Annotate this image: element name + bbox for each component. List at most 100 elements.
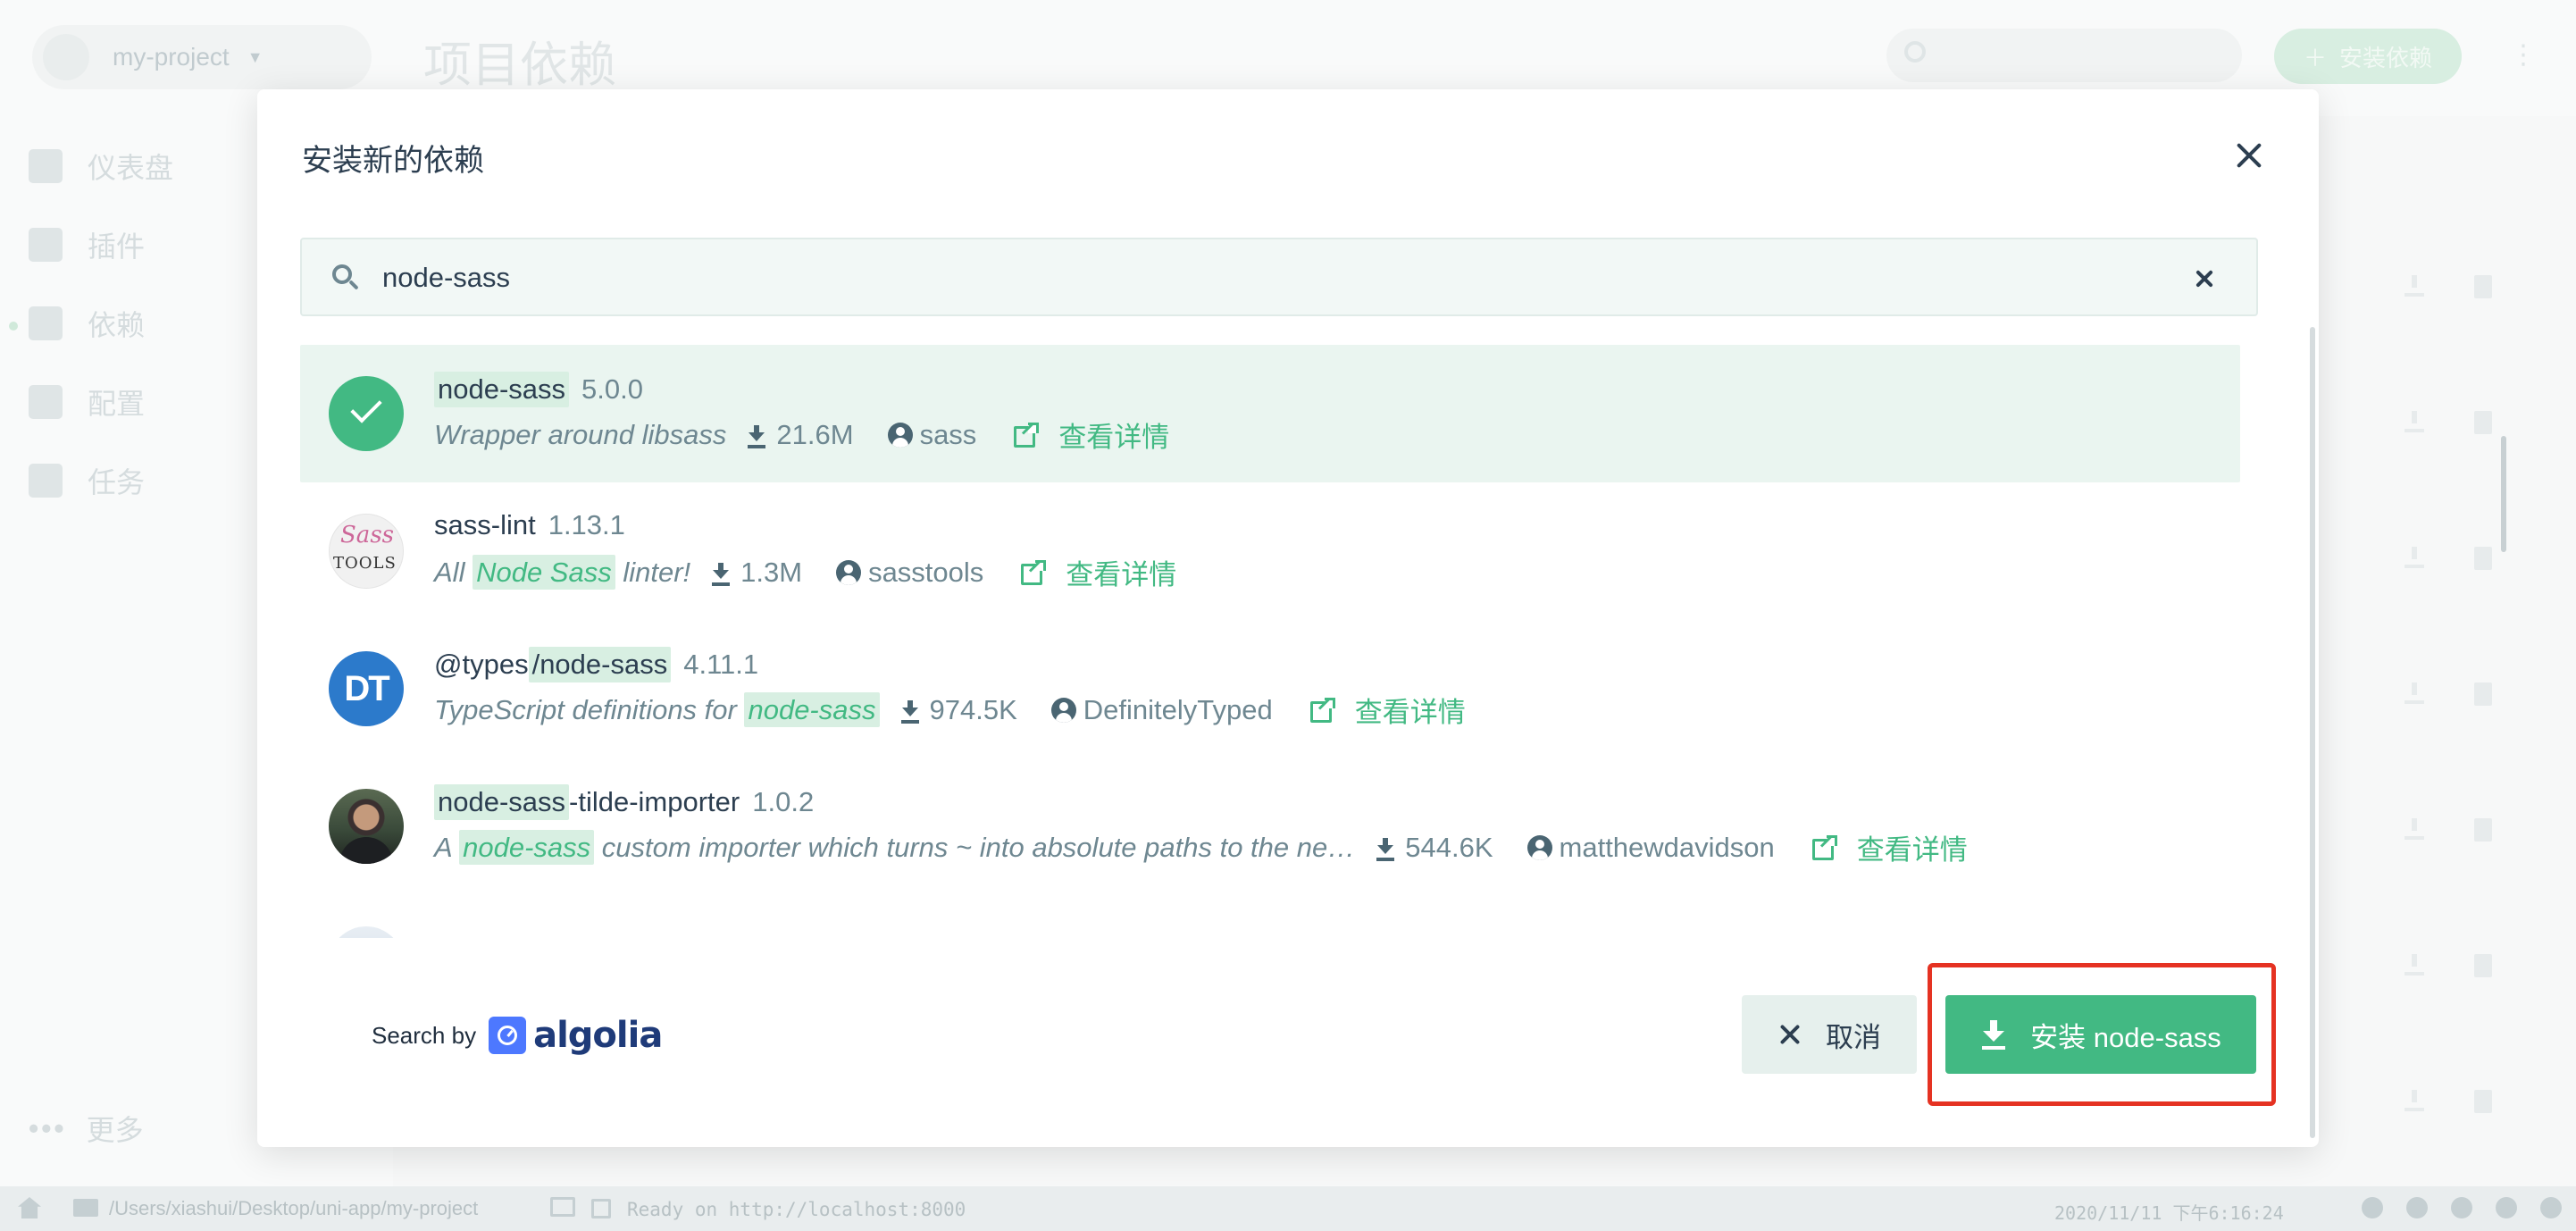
close-icon <box>2233 139 2265 172</box>
details-link[interactable]: 查看详情 <box>1857 827 1968 867</box>
bug-icon[interactable] <box>2406 1197 2428 1218</box>
package-description: A node-sass custom importer which turns … <box>434 829 1356 865</box>
author: sass <box>874 418 977 451</box>
close-button[interactable] <box>2233 139 2265 172</box>
package-description: TypeScript definitions for node-sass <box>434 691 880 727</box>
author-name: DefinitelyTyped <box>1083 693 1273 725</box>
download-count: 544.6K <box>1405 831 1493 863</box>
folder-icon <box>73 1199 98 1217</box>
user-icon <box>887 422 913 448</box>
refresh-icon[interactable] <box>2540 1197 2562 1218</box>
install-button[interactable]: 安装 node-sass <box>1945 995 2256 1074</box>
result-row-node-sass-tilde-importer[interactable]: node-sass -tilde-importer 1.0.2 A node-sa… <box>300 758 2240 895</box>
package-name: -tilde-importer <box>569 786 740 817</box>
open-in-new-icon <box>1014 422 1040 448</box>
result-row-partial[interactable] <box>300 895 2240 938</box>
algolia-logo-icon <box>489 1017 527 1054</box>
package-title: sass-lint 1.13.1 <box>434 509 625 541</box>
author: matthewdavidson <box>1513 832 1775 864</box>
details[interactable]: 查看详情 <box>1794 827 1968 867</box>
details-link[interactable]: 查看详情 <box>1355 690 1466 730</box>
downloads: 1.3M <box>710 557 802 589</box>
package-avatar <box>329 926 404 938</box>
package-meta: TypeScript definitions for node-sass 974… <box>434 690 1466 730</box>
status-time: 2020/11/11 下午6:16:24 <box>2054 1202 2284 1224</box>
open-in-new-icon <box>1811 834 1837 860</box>
close-icon <box>1777 1022 1802 1047</box>
search-by-label: Search by <box>372 1021 477 1049</box>
results-scrollbar[interactable] <box>2501 436 2506 552</box>
user-icon <box>1050 697 1076 723</box>
user-photo <box>329 789 404 864</box>
package-search-input[interactable] <box>382 257 2079 298</box>
download-icon <box>1980 1018 2007 1051</box>
details-link[interactable]: 查看详情 <box>1058 415 1169 455</box>
downloads: 21.6M <box>746 418 854 451</box>
package-name: sass-lint <box>434 509 536 540</box>
package-version: 5.0.0 <box>581 373 643 405</box>
author: DefinitelyTyped <box>1037 694 1273 726</box>
package-search <box>300 238 2258 316</box>
dark-mode-icon[interactable] <box>2362 1197 2383 1218</box>
user-icon <box>836 559 862 585</box>
project-path[interactable]: /Users/xiashui/Desktop/uni-app/my-projec… <box>109 1197 478 1220</box>
package-version: 1.13.1 <box>548 509 625 540</box>
dialog-title: 安装新的依赖 <box>302 144 484 178</box>
download-count: 1.3M <box>740 556 803 588</box>
clear-icon <box>2194 268 2215 289</box>
cancel-button[interactable]: 取消 <box>1742 995 1917 1074</box>
author-name: matthewdavidson <box>1559 831 1775 863</box>
author: sasstools <box>822 557 983 589</box>
package-name-highlight: /node-sass <box>528 647 672 682</box>
open-in-new-icon <box>1309 697 1335 723</box>
author-name: sasstools <box>868 556 984 588</box>
details[interactable]: 查看详情 <box>996 415 1169 455</box>
download-count: 974.5K <box>929 693 1017 725</box>
definitelytyped-logo: DT <box>329 651 404 726</box>
status-bar: /Users/xiashui/Desktop/uni-app/my-projec… <box>0 1186 2576 1231</box>
package-meta: All Node Sass linter! 1.3M sasstools 查看详… <box>434 552 1176 592</box>
install-label: 安装 node-sass <box>2030 1021 2221 1053</box>
translate-icon[interactable] <box>2496 1197 2517 1218</box>
settings-icon[interactable] <box>2451 1197 2472 1218</box>
details[interactable]: 查看详情 <box>1003 552 1176 592</box>
open-in-new-icon <box>1021 559 1047 585</box>
logo-text: Sass <box>340 522 394 549</box>
sass-tools-logo: Sass TOOLS <box>329 514 404 589</box>
download-icon <box>710 559 732 586</box>
logo-text: TOOLS <box>333 554 397 573</box>
user-icon <box>1526 834 1552 860</box>
search-icon <box>332 264 359 291</box>
install-dependency-dialog: 安装新的依赖 node-sass 5.0.0 Wrapper around li… <box>257 89 2506 1147</box>
author-name: sass <box>919 418 977 450</box>
log-icon <box>591 1199 611 1218</box>
package-description: Wrapper around libsass <box>434 418 727 450</box>
result-row-types-node-sass[interactable]: DT @types/node-sass 4.11.1 TypeScript de… <box>300 620 2240 758</box>
search-results: node-sass 5.0.0 Wrapper around libsass 2… <box>300 345 2253 938</box>
package-name-highlight: node-sass <box>434 784 570 820</box>
package-title: @types/node-sass 4.11.1 <box>434 647 758 682</box>
package-meta: Wrapper around libsass 21.6M sass 查看详情 <box>434 415 1169 455</box>
package-title: node-sass 5.0.0 <box>434 372 643 407</box>
details[interactable]: 查看详情 <box>1292 690 1466 730</box>
downloads: 544.6K <box>1375 832 1493 864</box>
status-log[interactable]: Ready on http://localhost:8000 <box>627 1199 966 1220</box>
algolia-attribution[interactable]: Search by algolia <box>372 1015 663 1056</box>
downloads: 974.5K <box>899 694 1017 726</box>
package-meta: A node-sass custom importer which turns … <box>434 827 1968 867</box>
download-count: 21.6M <box>776 418 854 450</box>
algolia-wordmark: algolia <box>533 1015 663 1056</box>
package-description: All Node Sass linter! <box>434 554 691 590</box>
installed-check-icon <box>329 376 404 451</box>
home-icon[interactable] <box>18 1197 41 1218</box>
package-version: 1.0.2 <box>752 786 815 817</box>
dialog-scrollbar[interactable] <box>2310 327 2315 1138</box>
clear-search-button[interactable] <box>2194 268 2215 289</box>
package-version: 4.11.1 <box>683 649 759 680</box>
result-row-sass-lint[interactable]: Sass TOOLS sass-lint 1.13.1 All Node Sas… <box>300 482 2240 620</box>
details-link[interactable]: 查看详情 <box>1066 552 1176 592</box>
console-icon[interactable] <box>550 1197 575 1217</box>
download-icon <box>1375 834 1396 861</box>
result-row-node-sass[interactable]: node-sass 5.0.0 Wrapper around libsass 2… <box>300 345 2240 482</box>
download-icon <box>746 422 767 448</box>
